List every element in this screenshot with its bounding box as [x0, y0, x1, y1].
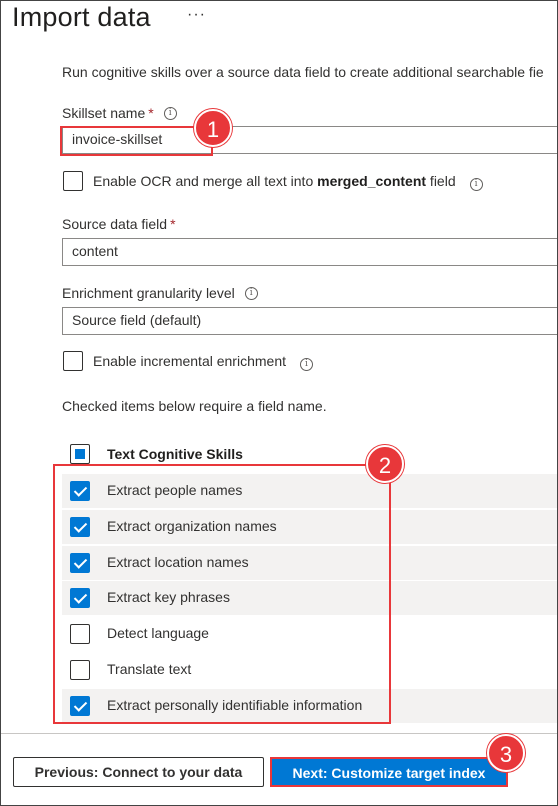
callout-badge-2: 2: [366, 445, 404, 483]
granularity-select[interactable]: Source field (default): [62, 307, 558, 335]
skill-row[interactable]: Detect language: [62, 617, 558, 651]
granularity-label: Enrichment granularity level i: [62, 285, 258, 301]
skill-row[interactable]: Extract personally identifiable informat…: [62, 688, 558, 723]
skill-checkbox[interactable]: [70, 695, 90, 716]
skill-row[interactable]: Translate text: [62, 653, 558, 687]
required-marker: *: [170, 216, 176, 232]
skill-checkbox[interactable]: [70, 624, 90, 645]
more-options-icon[interactable]: ···: [187, 6, 206, 24]
skill-row[interactable]: Extract key phrases: [62, 581, 558, 616]
skillset-name-input[interactable]: invoice-skillset: [62, 126, 558, 154]
skill-checkbox[interactable]: [70, 660, 90, 680]
skill-row[interactable]: Extract location names: [62, 545, 558, 580]
enable-ocr-label: Enable OCR and merge all text into merge…: [93, 173, 483, 191]
callout-badge-1: 1: [194, 109, 232, 147]
footer-divider: [0, 733, 558, 734]
select-all-skills-checkbox[interactable]: [70, 444, 90, 464]
next-button[interactable]: Next: Customize target index: [270, 757, 508, 787]
skill-checkbox[interactable]: [70, 481, 90, 501]
incremental-enrichment-label: Enable incremental enrichment i: [93, 353, 313, 371]
info-icon[interactable]: i: [469, 178, 483, 191]
skills-header: Text Cognitive Skills: [107, 446, 243, 462]
info-icon[interactable]: i: [163, 106, 177, 120]
info-icon[interactable]: i: [244, 286, 258, 300]
skill-checkbox[interactable]: [70, 516, 90, 537]
skill-row[interactable]: Extract people names: [62, 474, 558, 508]
skill-label: Extract organization names: [107, 517, 277, 534]
skill-label: Extract personally identifiable informat…: [107, 696, 363, 713]
incremental-enrichment-checkbox[interactable]: [63, 351, 83, 371]
skill-label: Extract key phrases: [107, 589, 230, 606]
skillset-name-label: Skillset name * i: [62, 105, 177, 121]
skill-label: Detect language: [107, 625, 209, 642]
info-icon[interactable]: i: [299, 358, 313, 371]
description-text: Run cognitive skills over a source data …: [62, 64, 544, 80]
required-marker: *: [148, 105, 154, 121]
enable-ocr-checkbox[interactable]: [63, 171, 83, 191]
source-field-label: Source data field *: [62, 216, 176, 232]
previous-button[interactable]: Previous: Connect to your data: [13, 757, 264, 787]
page-title: Import data: [12, 2, 151, 32]
skill-label: Extract people names: [107, 482, 243, 498]
skill-row[interactable]: Extract organization names: [62, 509, 558, 544]
source-field-select[interactable]: content: [62, 238, 558, 266]
skill-checkbox[interactable]: [70, 552, 90, 573]
skill-label: Translate text: [107, 661, 192, 677]
callout-badge-3: 3: [487, 734, 525, 772]
skill-label: Extract location names: [107, 553, 249, 570]
field-name-note: Checked items below require a field name…: [62, 398, 327, 414]
skill-checkbox[interactable]: [70, 588, 90, 609]
